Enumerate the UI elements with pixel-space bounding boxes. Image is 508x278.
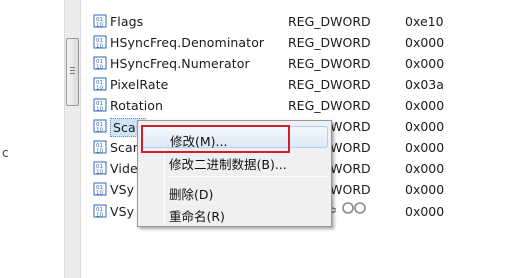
registry-value-row[interactable]: 01 10 Flags REG_DWORD 0xe10	[82, 11, 508, 31]
svg-text:10: 10	[96, 149, 103, 155]
menu-item-label: 重命名(R)	[169, 209, 225, 224]
value-name: VSy	[110, 182, 135, 197]
registry-value-row[interactable]: 01 10 Rotation REG_DWORD 0x000	[82, 95, 508, 115]
menu-item-rename[interactable]: 重命名(R)	[141, 202, 328, 224]
value-type: REG_DWORD	[288, 35, 371, 50]
svg-text:10: 10	[96, 44, 103, 50]
reg-binary-value-icon: 0110	[93, 119, 107, 133]
svg-text:10: 10	[96, 107, 103, 113]
value-type: REG_DWORD	[288, 56, 371, 71]
reg-binary-value-icon: 0110	[93, 161, 107, 175]
value-data: 0x000	[405, 98, 445, 113]
value-name: Scar	[110, 140, 139, 155]
value-name: Rotation	[110, 98, 164, 113]
reg-binary-value-icon: 0110	[93, 204, 107, 218]
vertical-scrollbar[interactable]	[64, 0, 81, 278]
value-type: REG_DWORD	[288, 14, 371, 29]
menu-item-delete[interactable]: 删除(D)	[141, 180, 328, 202]
value-data: 0x000	[405, 140, 445, 155]
value-type: REG_DWORD	[288, 77, 371, 92]
reg-binary-value-icon: 0110	[93, 98, 107, 112]
menu-separator	[168, 176, 328, 177]
value-name: VSy	[110, 204, 135, 219]
highlight-callout-box	[141, 125, 290, 153]
registry-value-row[interactable]: 01 10 HSyncFreq.Numerator REG_DWORD 0x000	[82, 53, 508, 73]
tree-pane-glyph: c	[2, 146, 9, 160]
value-data: 0xe10	[405, 14, 444, 29]
svg-text:10: 10	[96, 128, 103, 134]
svg-text:10: 10	[96, 86, 103, 92]
svg-text:10: 10	[96, 213, 103, 219]
value-type: REG_DWORD	[288, 98, 371, 113]
value-name: PixelRate	[110, 77, 169, 92]
value-data: 0x03a	[405, 77, 444, 92]
value-data: 0x000	[405, 161, 445, 176]
value-data: 0x000	[405, 35, 445, 50]
menu-item-label: 修改二进制数据(B)...	[169, 157, 287, 172]
value-name: HSyncFreq.Denominator	[110, 35, 265, 50]
reg-binary-value-icon: 0110	[93, 14, 107, 28]
scrollbar-thumb[interactable]	[66, 38, 79, 106]
reg-binary-value-icon: 0110	[93, 182, 107, 196]
value-name: HSyncFreq.Numerator	[110, 56, 250, 71]
svg-text:10: 10	[96, 23, 103, 29]
reg-binary-value-icon: 0110	[93, 56, 107, 70]
tree-pane-edge: c	[0, 0, 64, 278]
value-data: 0x000	[405, 56, 445, 71]
value-data: 0x000	[405, 182, 445, 197]
reg-binary-value-icon: 0110	[93, 77, 107, 91]
value-name: Flags	[110, 14, 144, 29]
svg-text:10: 10	[96, 65, 103, 71]
svg-text:10: 10	[96, 191, 103, 197]
svg-text:10: 10	[96, 170, 103, 176]
registry-value-row[interactable]: 01 10 PixelRate REG_DWORD 0x03a	[82, 74, 508, 94]
registry-value-row[interactable]: 01 10 HSyncFreq.Denominator REG_DWORD 0x0…	[82, 32, 508, 52]
value-data: 0x000	[405, 204, 445, 219]
reg-binary-value-icon: 0110	[93, 35, 107, 49]
value-data: 0x000	[405, 119, 445, 134]
menu-item-modify-binary[interactable]: 修改二进制数据(B)...	[141, 150, 328, 172]
reg-binary-value-icon: 0110	[93, 140, 107, 154]
menu-item-label: 删除(D)	[169, 187, 214, 202]
value-name: Vide	[110, 161, 138, 176]
